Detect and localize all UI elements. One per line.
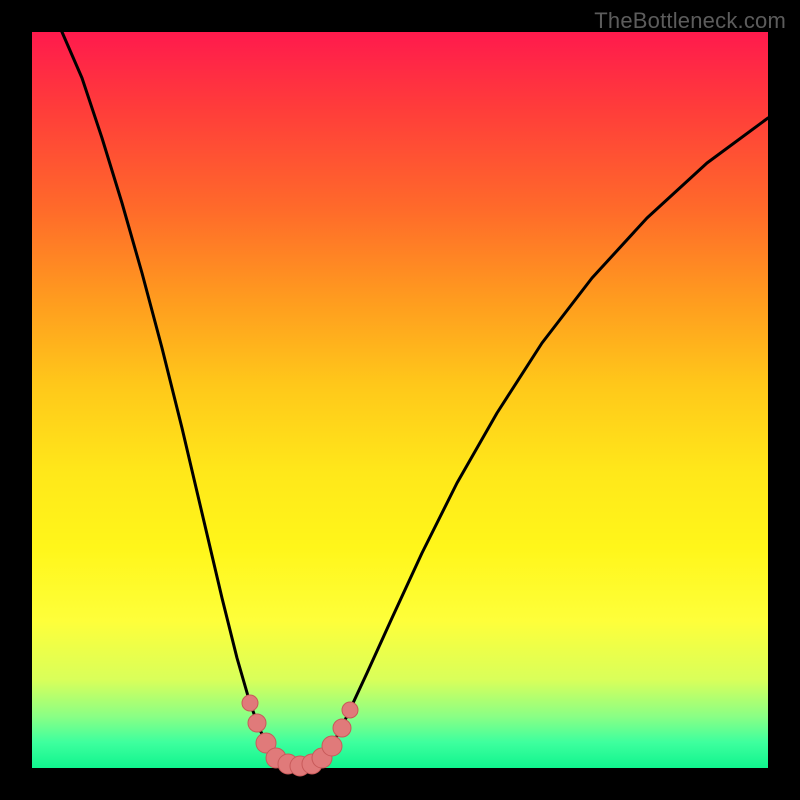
- valley-marker: [242, 695, 258, 711]
- valley-marker: [322, 736, 342, 756]
- valley-markers: [242, 695, 358, 776]
- series-left-curve: [62, 32, 280, 764]
- valley-marker: [248, 714, 266, 732]
- series-right-curve: [320, 118, 768, 764]
- curve-lines: [62, 32, 768, 768]
- chart-frame: TheBottleneck.com: [0, 0, 800, 800]
- watermark-text: TheBottleneck.com: [594, 8, 786, 34]
- valley-marker: [342, 702, 358, 718]
- plot-area: [32, 32, 768, 768]
- valley-marker: [333, 719, 351, 737]
- curve-layer: [32, 32, 768, 768]
